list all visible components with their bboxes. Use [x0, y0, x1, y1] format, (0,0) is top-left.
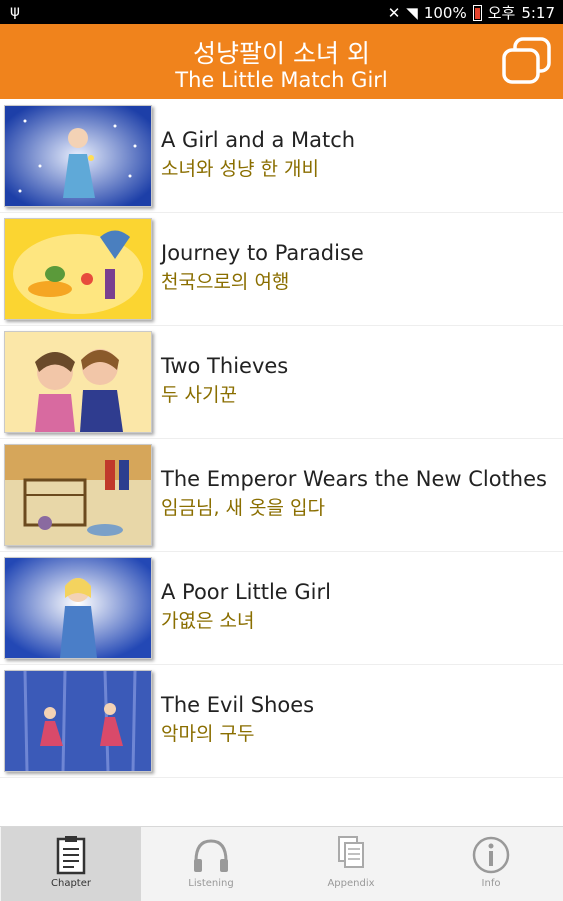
chapter-thumbnail [4, 557, 152, 659]
chapter-thumbnail [4, 670, 152, 772]
list-item[interactable]: A Poor Little Girl 가엾은 소녀 [0, 552, 563, 665]
list-item[interactable]: A Girl and a Match 소녀와 성냥 한 개비 [0, 100, 563, 213]
status-bar: ψ ✕ ◥ 100% 오후 5:17 [0, 0, 563, 24]
tab-appendix[interactable]: Appendix [281, 827, 421, 901]
chapter-subtitle: 두 사기꾼 [161, 384, 237, 406]
chapter-list: A Girl and a Match 소녀와 성냥 한 개비 Journey t… [0, 100, 563, 778]
chapter-title: A Poor Little Girl [161, 580, 331, 604]
headphones-icon [194, 839, 228, 872]
chapter-subtitle: 가엾은 소녀 [161, 610, 255, 632]
status-right: ✕ ◥ 100% 오후 5:17 [388, 2, 555, 23]
tab-label: Listening [188, 878, 234, 889]
wifi-icon: ◥ [406, 3, 418, 22]
chapter-thumbnail [4, 444, 152, 546]
list-item[interactable]: The Evil Shoes 악마의 구두 [0, 665, 563, 778]
chapter-subtitle: 천국으로의 여행 [161, 271, 290, 293]
chapter-title: The Evil Shoes [161, 693, 315, 717]
app-header: 성냥팔이 소녀 외 The Little Match Girl [0, 24, 563, 99]
tab-info[interactable]: Info [421, 827, 561, 901]
chapter-subtitle: 임금님, 새 옷을 입다 [161, 497, 325, 519]
tab-label: Chapter [51, 878, 91, 889]
battery-percent: 100% [423, 3, 467, 22]
usb-icon: ψ [10, 2, 20, 20]
chapter-title: Journey to Paradise [161, 241, 364, 265]
tab-listening[interactable]: Listening [141, 827, 281, 901]
title-english: The Little Match Girl [175, 68, 388, 92]
list-item[interactable]: Two Thieves 두 사기꾼 [0, 326, 563, 439]
title-korean: 성냥팔이 소녀 외 [193, 39, 370, 68]
clipboard-icon [56, 836, 86, 875]
window-switch-icon[interactable] [501, 36, 553, 86]
chapter-thumbnail [4, 218, 152, 320]
chapter-subtitle: 악마의 구두 [161, 723, 255, 745]
tab-chapter[interactable]: Chapter [1, 827, 141, 901]
chapter-subtitle: 소녀와 성냥 한 개비 [161, 158, 319, 180]
ampm-label: 오후 [487, 4, 516, 22]
list-item[interactable]: The Emperor Wears the New Clothes 임금님, 새… [0, 439, 563, 552]
chapter-title: The Emperor Wears the New Clothes [161, 467, 547, 491]
bottom-tab-bar: Chapter Listening Appendix Info [0, 826, 563, 901]
tab-label: Info [481, 878, 501, 889]
info-icon [472, 836, 510, 874]
chapter-title: Two Thieves [161, 354, 289, 378]
documents-icon [338, 836, 364, 868]
chapter-thumbnail [4, 331, 152, 433]
chapter-title: A Girl and a Match [161, 128, 356, 152]
mute-icon: ✕ [387, 3, 401, 22]
clock: 5:17 [521, 3, 555, 22]
list-item[interactable]: Journey to Paradise 천국으로의 여행 [0, 213, 563, 326]
battery-icon [472, 4, 482, 21]
tab-label: Appendix [327, 878, 375, 889]
chapter-thumbnail [4, 105, 152, 207]
